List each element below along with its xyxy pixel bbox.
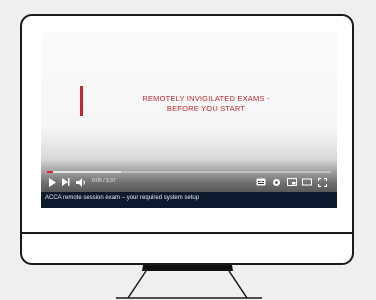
video-player[interactable]: REMOTELY INVIGILATED EXAMS - BEFORE YOU … [41, 32, 337, 208]
headline-line-1: REMOTELY INVIGILATED EXAMS - [142, 94, 270, 103]
progress-bar[interactable] [47, 171, 331, 173]
progress-played [47, 171, 53, 173]
title-accent-bar [80, 86, 83, 116]
subtitles-icon[interactable] [255, 176, 266, 188]
player-controls: 0:05 / 3:37 [41, 176, 337, 190]
progress-buffered [47, 171, 121, 173]
fullscreen-icon[interactable] [316, 176, 328, 188]
video-caption-bar: ACCA remote session exam – your required… [41, 192, 337, 208]
time-display: 0:05 / 3:37 [92, 178, 116, 184]
video-headline: REMOTELY INVIGILATED EXAMS - BEFORE YOU … [111, 94, 301, 114]
headline-line-2: BEFORE YOU START [166, 104, 246, 113]
play-icon[interactable] [47, 176, 57, 188]
video-caption: ACCA remote session exam – your required… [45, 195, 200, 201]
settings-icon[interactable] [271, 176, 282, 188]
volume-icon[interactable] [75, 176, 87, 188]
theater-icon[interactable] [301, 176, 312, 188]
miniplayer-icon[interactable] [286, 176, 297, 188]
next-icon[interactable] [61, 176, 71, 188]
